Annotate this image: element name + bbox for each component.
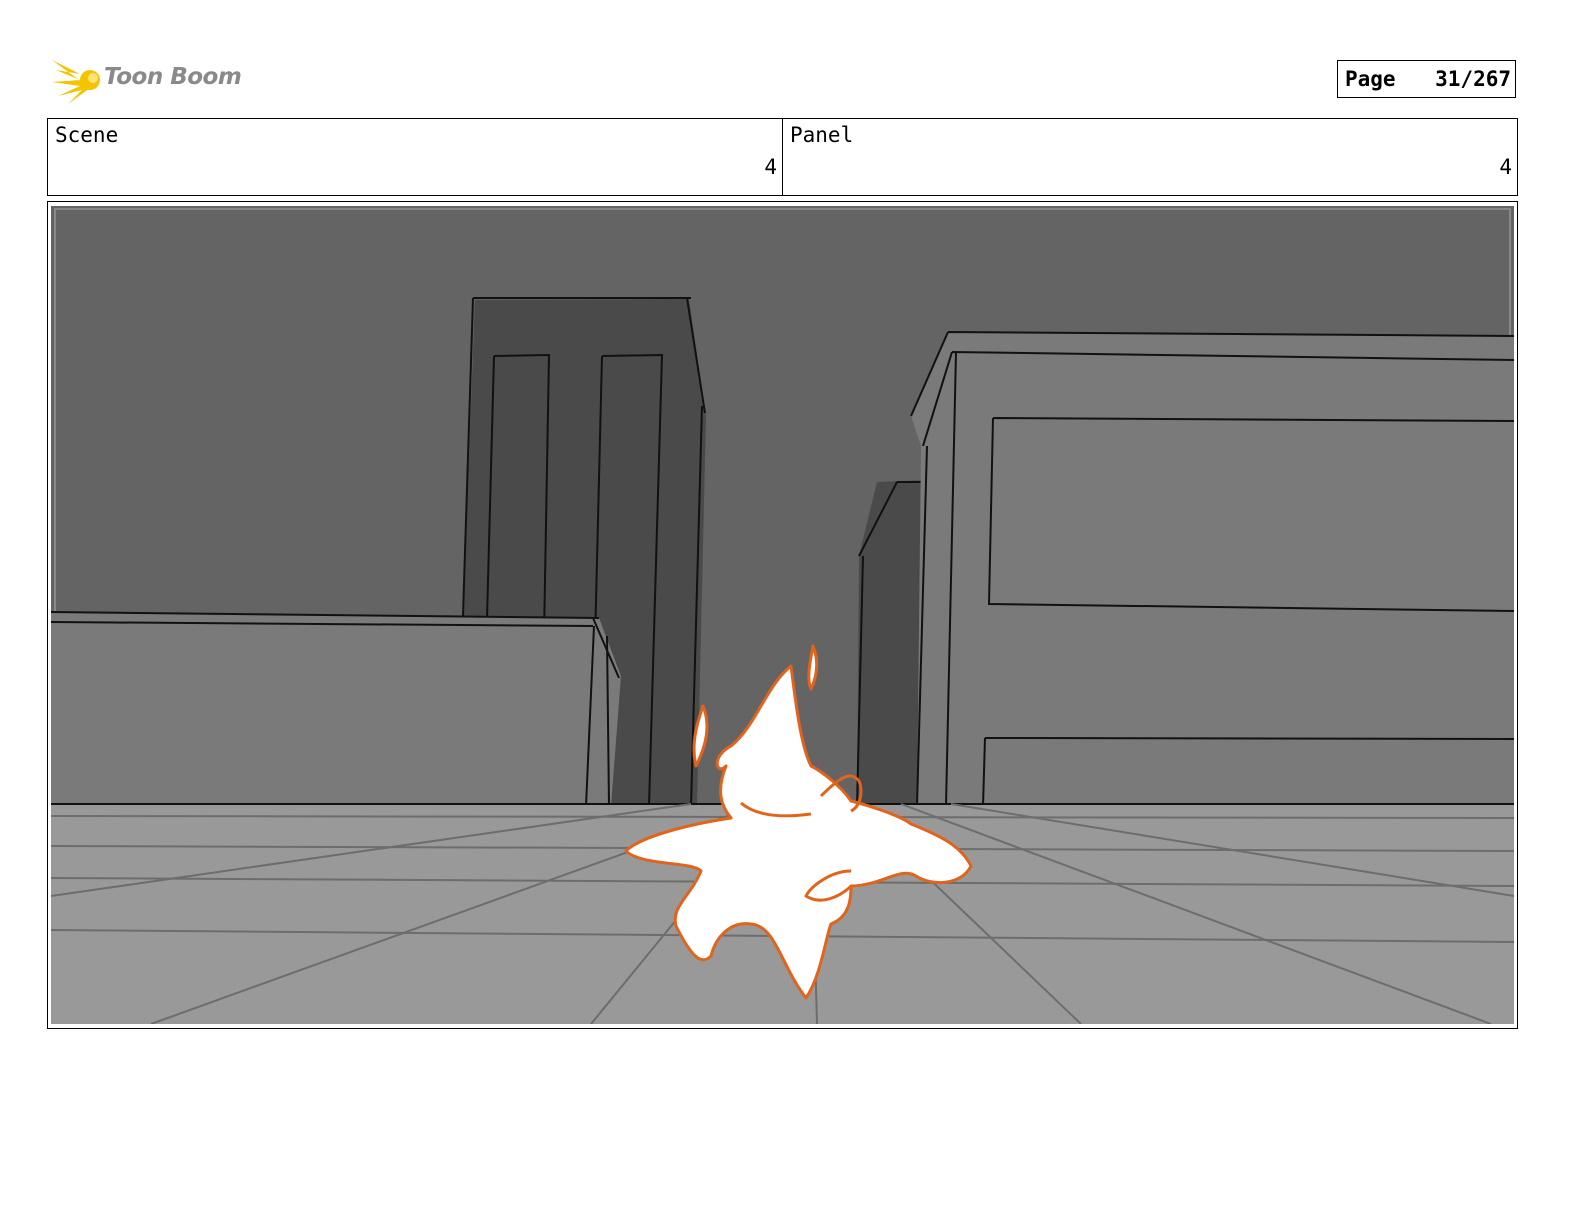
scene-label: Scene [55,123,119,147]
scene-value: 4 [764,155,777,179]
storyboard-drawing [51,206,1514,1024]
small-dark-building [856,480,927,807]
logo-text: Toon Boom [104,64,242,90]
panel-cell: Panel 4 [782,119,1517,195]
right-large-building [910,331,1514,807]
page-label: Page [1345,67,1396,91]
storyboard-panel-frame [47,201,1518,1029]
toon-boom-logo: Toon Boom [50,52,250,110]
scene-cell: Scene 4 [48,119,782,195]
panel-value: 4 [1499,155,1512,179]
starburst-icon [52,60,100,104]
page-number: 31/267 [1435,67,1511,91]
left-low-building [51,611,621,807]
page-indicator: Page 31/267 [1337,60,1516,98]
panel-label: Panel [790,123,854,147]
scene-panel-header: Scene 4 Panel 4 [47,118,1518,196]
